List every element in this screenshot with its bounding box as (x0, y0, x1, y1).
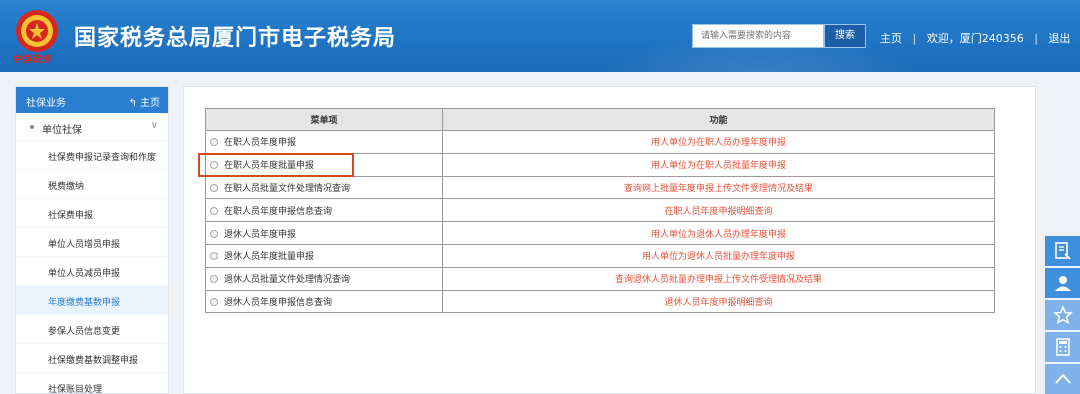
table-row[interactable]: 在职人员批量文件处理情况查询 查询网上批量年度申报上传文件受理情况及结果 (205, 175, 995, 200)
menu-item-label: 退休人员年度申报信息查询 (224, 297, 333, 308)
sidebar-item[interactable]: 单位人员增员申报 (16, 228, 168, 257)
sidebar-item-label: 年度缴费基数申报 (48, 298, 121, 308)
menu-table: 菜单项 功能 在职人员年度申报 用人单位为在职人员办理年度申报 在职人员年度批量… (205, 108, 995, 314)
logo-subtext: 中国税务 (12, 55, 53, 65)
back-arrow-icon: ↰ (128, 98, 140, 109)
sidebar-item[interactable]: 社保费申报记录查询和作废 (16, 141, 168, 170)
function-cell: 用人单位为在职人员办理年度申报 (442, 130, 995, 154)
menu-item-label: 退休人员年度批量申报 (224, 252, 315, 263)
menu-cell[interactable]: 退休人员年度批量申报 (205, 243, 443, 268)
back-to-top-button[interactable] (1045, 364, 1080, 394)
table-row[interactable]: 在职人员年度申报 用人单位为在职人员办理年度申报 (205, 130, 995, 154)
radio-button[interactable] (210, 297, 218, 306)
calculator-button[interactable] (1045, 332, 1080, 362)
sidebar-item-label: 社保费申报 (48, 211, 94, 221)
chevron-down-icon: ∨ (150, 120, 158, 131)
function-cell: 用人单位为在职人员批量年度申报 (442, 152, 995, 177)
top-nav: 主页 | 欢迎，厦门240356 | 退出 (880, 30, 1070, 46)
radio-button[interactable] (210, 206, 218, 215)
table-row[interactable]: 退休人员年度申报 用人单位为退休人员办理年度申报 (205, 221, 995, 245)
sidebar-header: 社保业务 ↰ 主页 (16, 87, 168, 113)
menu-item-label: 在职人员年度申报信息查询 (224, 206, 333, 217)
home-link[interactable]: 主页 (880, 30, 902, 46)
user-icon (1054, 276, 1071, 291)
table-row[interactable]: 退休人员年度申报信息查询 退休人员年度申报明细查询 (205, 289, 995, 314)
sidebar-item[interactable]: 税费缴纳 (16, 170, 168, 199)
menu-item-label: 在职人员批量文件处理情况查询 (224, 183, 351, 194)
sidebar-item-active[interactable]: 年度缴费基数申报 (16, 286, 168, 315)
menu-cell[interactable]: 退休人员批量文件处理情况查询 (205, 266, 443, 291)
search-button[interactable]: 搜索 (824, 24, 866, 48)
star-icon (1052, 305, 1073, 325)
function-cell: 查询退休人员批量办理申报上传文件受理情况及结果 (442, 266, 995, 291)
radio-button[interactable] (210, 252, 218, 261)
menu-item-label: 在职人员年度批量申报 (224, 161, 315, 172)
function-cell: 在职人员年度申报明细查询 (442, 198, 995, 223)
table-row[interactable]: 在职人员年度申报信息查询 在职人员年度申报明细查询 (205, 198, 995, 223)
menu-cell[interactable]: 在职人员批量文件处理情况查询 (205, 175, 443, 200)
column-header-menu: 菜单项 (205, 108, 443, 131)
sidebar-item[interactable]: 社保账目处理 (16, 373, 168, 394)
national-emblem-icon (16, 10, 58, 52)
menu-cell[interactable]: 在职人员年度申报信息查询 (205, 198, 443, 223)
search-input[interactable] (692, 24, 824, 48)
sidebar-item[interactable]: 社保缴费基数调整申报 (16, 344, 168, 373)
nav-separator: | (1034, 32, 1038, 45)
welcome-text: 欢迎，厦门240356 (926, 32, 1024, 45)
radio-button[interactable] (210, 183, 218, 192)
sidebar-item-label: 社保费申报记录查询和作废 (48, 153, 157, 163)
function-cell: 用人单位为退休人员办理年度申报 (442, 221, 995, 245)
sidebar-item-label: 税费缴纳 (48, 182, 85, 192)
sidebar-item-label: 参保人员信息变更 (48, 327, 121, 337)
column-header-function: 功能 (442, 108, 995, 131)
bullet-icon (30, 125, 34, 129)
sidebar-home-label: 主页 (140, 98, 160, 109)
table-header-row: 菜单项 功能 (205, 108, 995, 131)
sidebar-item[interactable]: 社保费申报 (16, 199, 168, 228)
sidebar-home-link[interactable]: ↰ 主页 (128, 94, 160, 109)
radio-button[interactable] (210, 161, 218, 170)
sidebar-item-label: 单位人员减员申报 (48, 269, 121, 279)
top-header: 中国税务 国家税务总局厦门市电子税务局 搜索 主页 | 欢迎，厦门240356 … (0, 0, 1080, 72)
menu-cell[interactable]: 退休人员年度申报信息查询 (205, 289, 443, 314)
report-icon (1054, 242, 1071, 260)
sidebar-item-label: 单位人员增员申报 (48, 240, 121, 250)
function-cell: 用人单位为退休人员批量办理年度申报 (442, 243, 995, 268)
sidebar: 社保业务 ↰ 主页 单位社保 ∨ 社保费申报记录查询和作废 税费缴纳 社保费申报… (15, 86, 169, 394)
main-content: 菜单项 功能 在职人员年度申报 用人单位为在职人员办理年度申报 在职人员年度批量… (183, 86, 1036, 394)
calculator-icon (1055, 338, 1070, 356)
menu-item-label: 退休人员年度申报 (224, 229, 297, 240)
function-cell: 退休人员年度申报明细查询 (442, 289, 995, 314)
sidebar-item[interactable]: 参保人员信息变更 (16, 315, 168, 344)
sidebar-group-label: 单位社保 (42, 125, 82, 136)
menu-cell[interactable]: 在职人员年度申报 (205, 130, 443, 154)
sidebar-item-label: 社保缴费基数调整申报 (48, 356, 139, 366)
chevron-up-icon (1054, 373, 1071, 384)
radio-button[interactable] (210, 229, 218, 238)
radio-button[interactable] (210, 138, 218, 147)
logout-link[interactable]: 退出 (1048, 30, 1070, 46)
report-button[interactable] (1045, 236, 1080, 266)
menu-cell[interactable]: 在职人员年度批量申报 (205, 152, 443, 177)
radio-button[interactable] (210, 275, 218, 284)
sidebar-title: 社保业务 (26, 98, 66, 109)
site-title: 国家税务总局厦门市电子税务局 (74, 26, 397, 51)
menu-item-label: 在职人员年度申报 (224, 138, 297, 149)
table-row[interactable]: 在职人员年度批量申报 用人单位为在职人员批量年度申报 (205, 152, 995, 177)
sidebar-item[interactable]: 单位人员减员申报 (16, 257, 168, 286)
floating-toolbar (1045, 236, 1080, 394)
user-button[interactable] (1045, 268, 1080, 298)
sidebar-item-label: 社保账目处理 (48, 385, 103, 394)
menu-item-label: 退休人员批量文件处理情况查询 (224, 275, 351, 286)
favorite-button[interactable] (1045, 300, 1080, 330)
table-row[interactable]: 退休人员年度批量申报 用人单位为退休人员批量办理年度申报 (205, 243, 995, 268)
nav-separator: | (912, 32, 917, 45)
menu-cell[interactable]: 退休人员年度申报 (205, 221, 443, 245)
function-cell: 查询网上批量年度申报上传文件受理情况及结果 (442, 175, 995, 200)
table-row[interactable]: 退休人员批量文件处理情况查询 查询退休人员批量办理申报上传文件受理情况及结果 (205, 266, 995, 291)
sidebar-group-unit-social-insurance[interactable]: 单位社保 ∨ (16, 113, 168, 141)
